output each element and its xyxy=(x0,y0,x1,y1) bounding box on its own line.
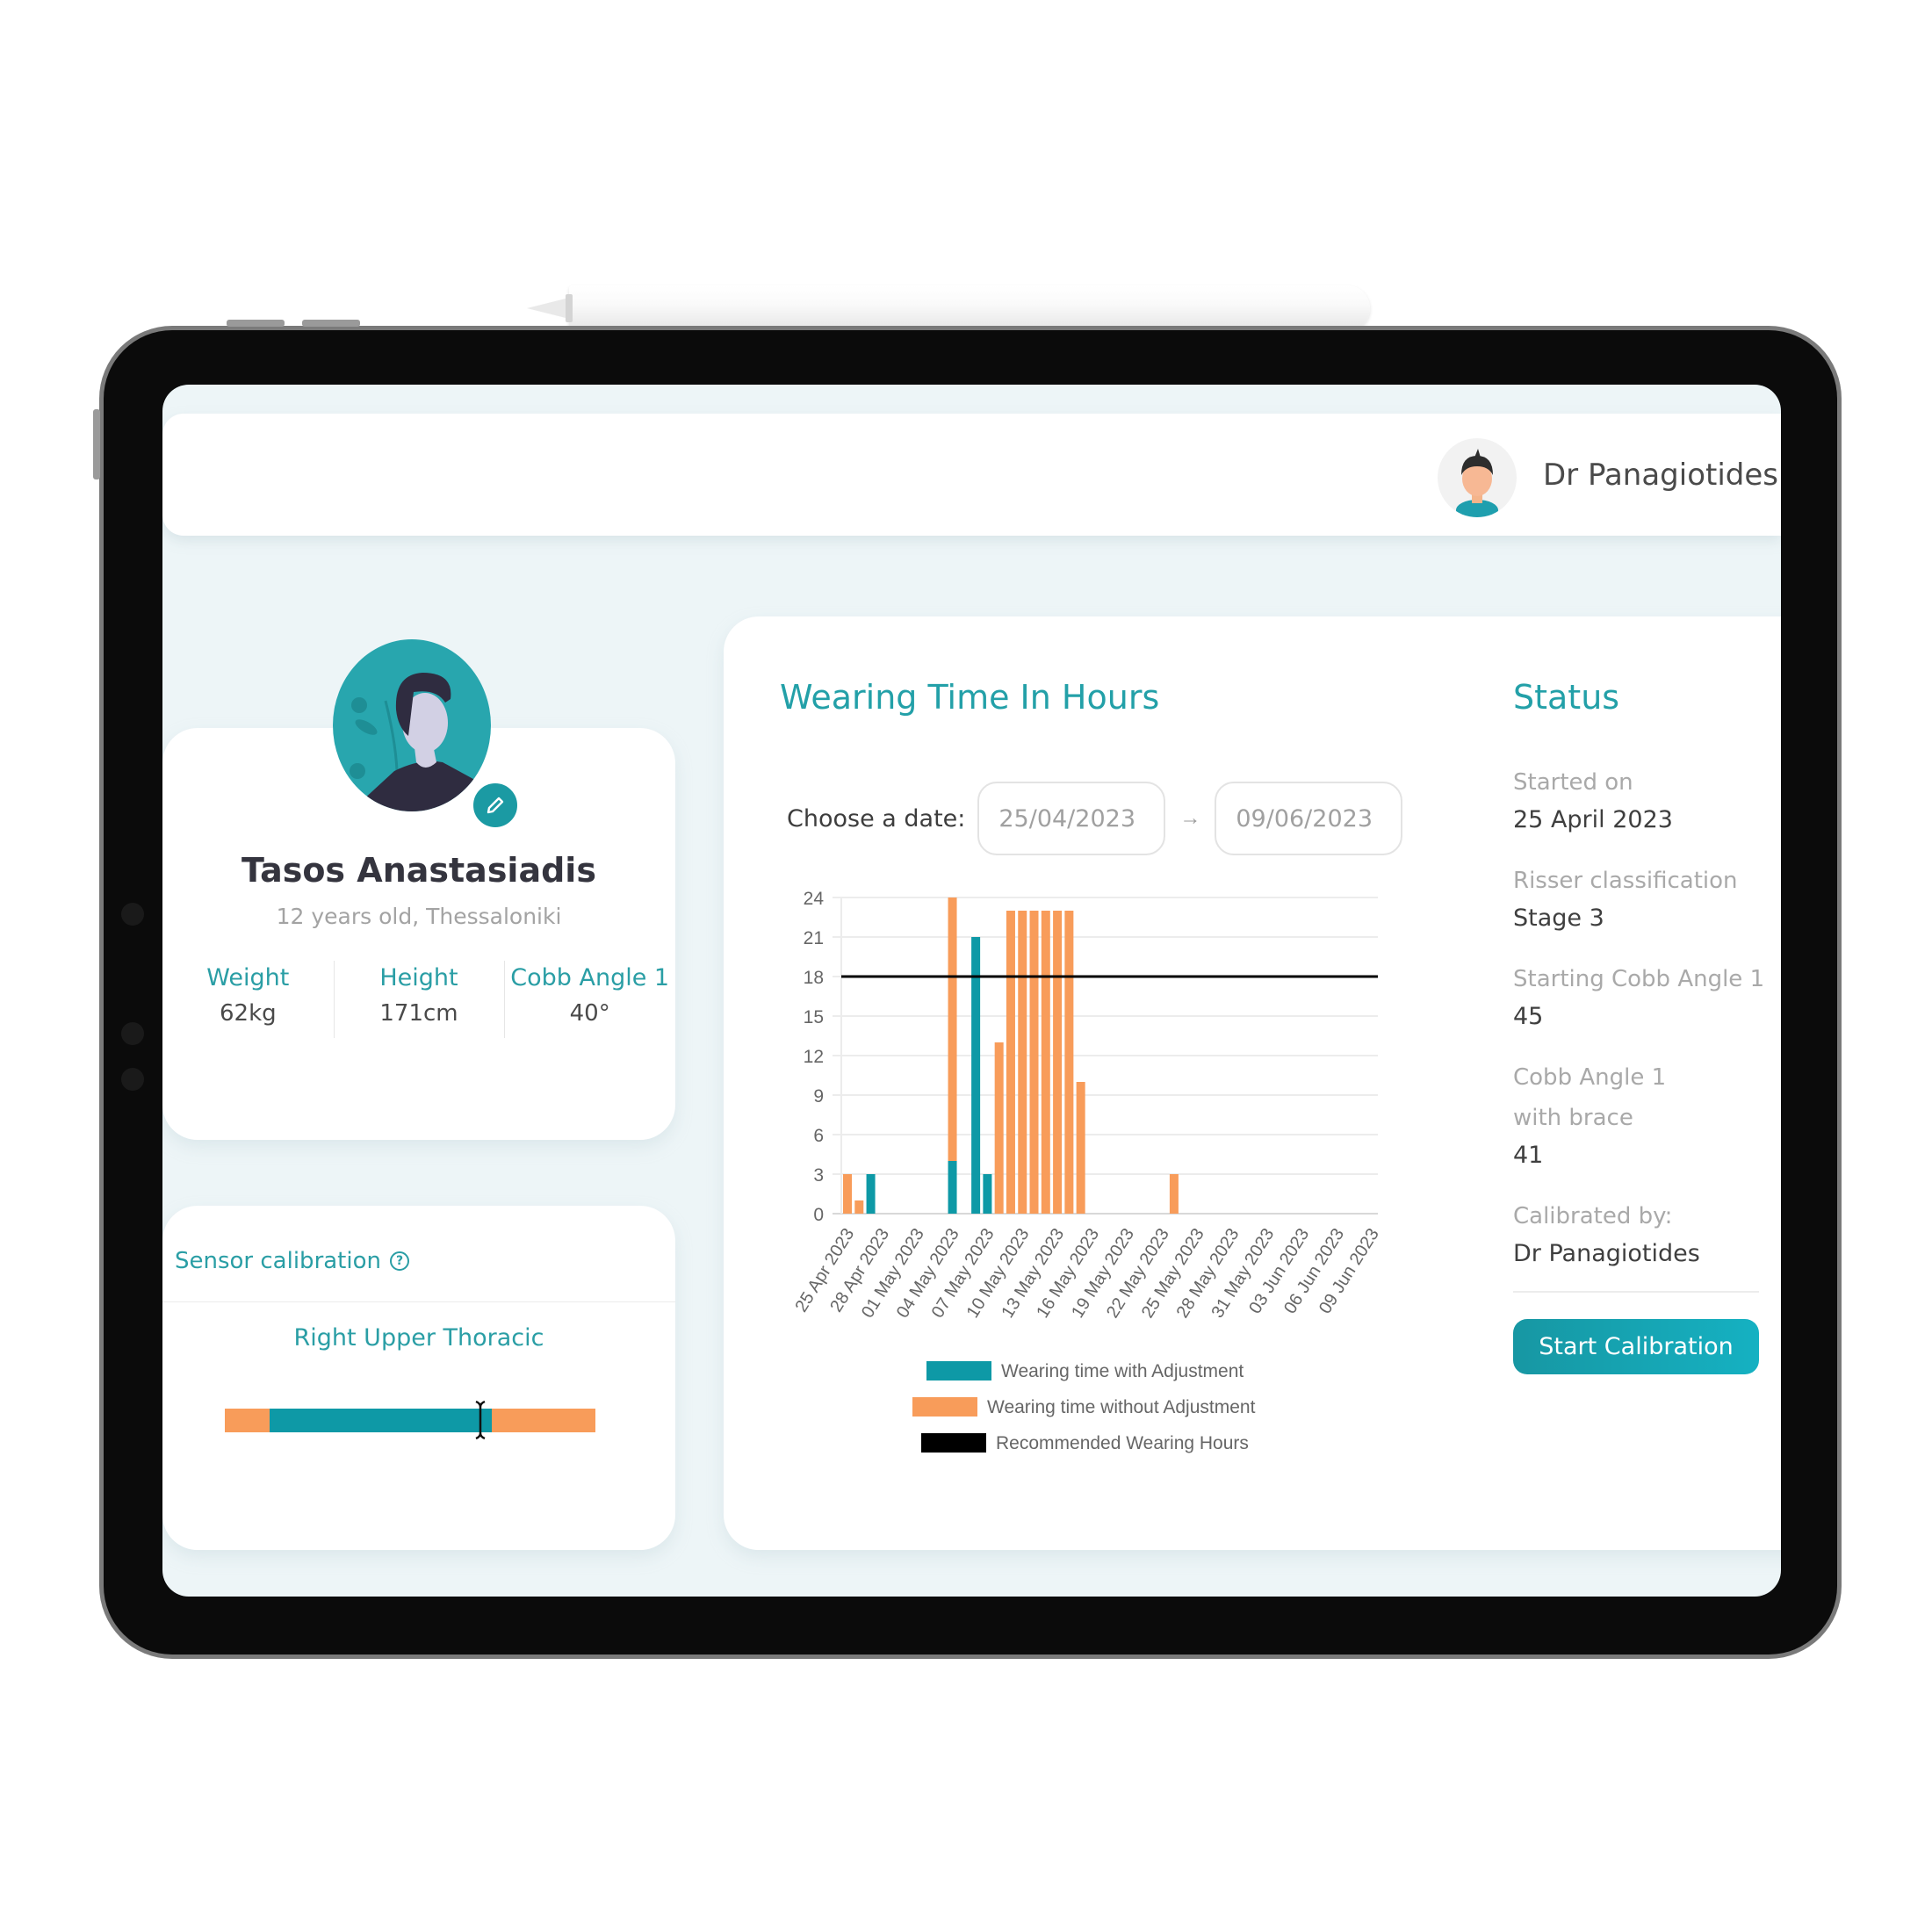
status-value: 45 xyxy=(1513,1003,1544,1030)
bar-without-adjustment xyxy=(1076,1082,1085,1214)
stylus-pencil xyxy=(527,285,1370,331)
user-name[interactable]: Dr Panagiotides xyxy=(1543,458,1778,493)
y-tick-label: 18 xyxy=(804,968,824,988)
bar-without-adjustment xyxy=(1029,911,1039,1214)
legend-swatch xyxy=(912,1397,977,1417)
y-tick-label: 0 xyxy=(813,1205,824,1225)
y-tick-label: 3 xyxy=(813,1165,824,1186)
y-tick-label: 6 xyxy=(813,1126,824,1146)
patient-name: Tasos Anastasiadis xyxy=(242,851,596,890)
metric-label: Height xyxy=(379,964,458,991)
sensor-region-label: Right Upper Thoracic xyxy=(293,1324,544,1352)
pencil-tip xyxy=(527,298,569,319)
bar-with-adjustment xyxy=(983,1174,992,1214)
bar-without-adjustment xyxy=(994,1042,1004,1214)
volume-down-button xyxy=(302,320,360,327)
sensor-calibration-card: Sensor calibration ? Right Upper Thoraci… xyxy=(162,1206,675,1550)
legend-swatch xyxy=(921,1433,986,1453)
power-button xyxy=(93,409,100,479)
sensor-dot xyxy=(121,1022,144,1045)
legend-label: Recommended Wearing Hours xyxy=(996,1433,1249,1453)
metric-weight: Weight 62kg xyxy=(162,961,334,1040)
metric-height: Height 171cm xyxy=(333,961,505,1040)
bar-without-adjustment xyxy=(1053,911,1063,1214)
patient-subtitle: 12 years old, Thessaloniki xyxy=(276,904,562,929)
bar-without-adjustment xyxy=(1018,911,1027,1214)
bar-without-adjustment xyxy=(854,1200,864,1214)
bar-without-adjustment xyxy=(948,898,957,1161)
bar-with-adjustment xyxy=(948,1161,957,1214)
divider xyxy=(1513,1291,1759,1293)
status-label: Starting Cobb Angle 1 xyxy=(1513,966,1765,992)
divider xyxy=(162,1301,675,1302)
start-calibration-button[interactable]: Start Calibration xyxy=(1513,1319,1759,1374)
patient-avatar-icon xyxy=(350,673,491,811)
wearing-time-chart: 0369121518212425 Apr 202328 Apr 202301 M… xyxy=(791,889,1383,1453)
status-value: 41 xyxy=(1513,1142,1544,1169)
bar-without-adjustment xyxy=(843,1174,852,1214)
status-title: Status xyxy=(1513,678,1620,717)
bar-with-adjustment xyxy=(866,1174,876,1214)
help-icon[interactable]: ? xyxy=(390,1251,409,1271)
legend-label: Wearing time with Adjustment xyxy=(1001,1361,1244,1381)
y-tick-label: 12 xyxy=(804,1047,824,1067)
sensor-calibration-label: Sensor calibration xyxy=(175,1248,381,1274)
sensor-calibration-title: Sensor calibration ? xyxy=(175,1248,409,1274)
legend-swatch xyxy=(926,1361,991,1381)
doctor-avatar[interactable] xyxy=(1438,438,1517,517)
y-tick-label: 24 xyxy=(804,889,825,909)
metric-label: Weight xyxy=(206,964,290,991)
metric-label: Cobb Angle 1 xyxy=(510,964,670,991)
bar-without-adjustment xyxy=(1006,911,1015,1214)
y-tick-label: 9 xyxy=(813,1086,824,1107)
app-screen: Dr Panagiotides Tasos Anastasiadis 12 ye… xyxy=(162,385,1781,1597)
calibration-range-fill xyxy=(269,1409,492,1432)
status-label: Cobb Angle 1 with brace xyxy=(1513,1064,1667,1131)
y-tick-label: 21 xyxy=(804,928,824,948)
edit-profile-button[interactable] xyxy=(471,781,520,830)
patient-avatar xyxy=(333,639,491,811)
volume-up-button xyxy=(227,320,285,327)
wearing-time-card: Wearing Time In Hours Choose a date: → 0… xyxy=(724,616,1781,1550)
sensor-dot xyxy=(121,1068,144,1091)
status-value: 25 April 2023 xyxy=(1513,806,1673,833)
pencil-body xyxy=(569,285,1370,331)
bar-without-adjustment xyxy=(1064,911,1074,1214)
pencil-icon xyxy=(487,797,504,814)
bar-with-adjustment xyxy=(971,937,981,1214)
status-label: Risser classification xyxy=(1513,868,1738,894)
tablet-device: Dr Panagiotides Tasos Anastasiadis 12 ye… xyxy=(93,320,1837,1654)
bar-without-adjustment xyxy=(1041,911,1050,1214)
status-list: Started on 25 April 2023 Risser classifica… xyxy=(1513,762,1768,1294)
metric-value: 40° xyxy=(569,1000,610,1027)
text-cursor-icon[interactable] xyxy=(474,1400,487,1440)
metric-cobb-angle: Cobb Angle 1 40° xyxy=(504,961,675,1040)
pencil-tip-cap xyxy=(566,294,573,322)
legend-label: Wearing time without Adjustment xyxy=(987,1397,1256,1417)
status-value: Stage 3 xyxy=(1513,905,1604,932)
bar-without-adjustment xyxy=(1169,1174,1179,1214)
calibration-range-slider[interactable] xyxy=(225,1400,595,1440)
status-label: Started on xyxy=(1513,769,1633,796)
metric-value: 171cm xyxy=(379,1000,458,1027)
patient-metrics: Weight 62kg Height 171cm Cobb Angle 1 40… xyxy=(162,961,675,1040)
y-tick-label: 15 xyxy=(804,1007,824,1027)
doctor-avatar-icon xyxy=(1456,449,1498,517)
top-header: Dr Panagiotides xyxy=(162,414,1781,536)
camera-dot xyxy=(121,903,144,926)
metric-value: 62kg xyxy=(220,1000,277,1027)
status-label: Calibrated by: xyxy=(1513,1203,1673,1229)
status-value: Dr Panagiotides xyxy=(1513,1240,1700,1267)
